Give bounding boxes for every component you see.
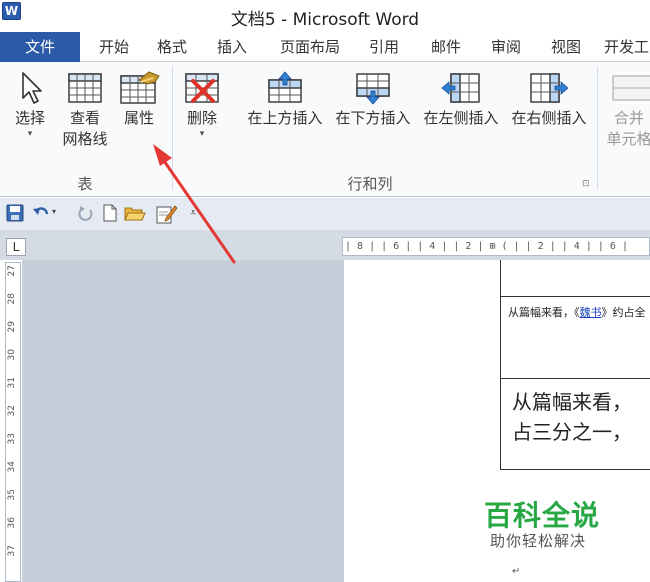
chevron-down-icon: ▾ — [199, 129, 205, 139]
insert-below-button[interactable]: 在下方插入 — [330, 70, 416, 129]
quick-access-toolbar: ▾ ⩡ — [0, 198, 650, 230]
group-label-rows-columns: 行和列 — [347, 175, 393, 193]
ribbon-tabs: 文件 开始 格式 插入 页面布局 引用 邮件 审阅 视图 开发工 — [0, 32, 650, 62]
customize-toolbar-icon[interactable]: ⩡ — [190, 206, 196, 220]
save-icon[interactable] — [6, 204, 24, 222]
properties-label: 属性 — [123, 109, 154, 127]
cell-text-prefix: 从篇幅来看，《 — [508, 306, 580, 319]
insert-above-label: 在上方插入 — [247, 109, 323, 127]
group-separator — [597, 66, 598, 190]
redo-icon[interactable] — [78, 204, 94, 222]
vertical-ruler-tick: 31 — [7, 377, 17, 389]
table-cell-text[interactable]: 从篇幅来看，《魏书》约占全 — [508, 304, 646, 320]
cursor-icon — [22, 72, 42, 104]
merge-label-2: 单元格 — [606, 130, 650, 148]
group-separator — [172, 66, 173, 190]
vertical-ruler-tick: 37 — [7, 545, 17, 557]
chevron-down-icon: ▾ — [27, 129, 33, 139]
book-link[interactable]: 魏书 — [580, 306, 602, 319]
tab-mailings[interactable]: 邮件 — [424, 32, 468, 62]
vertical-ruler-tick: 27 — [7, 265, 17, 277]
vertical-ruler-tick: 28 — [7, 293, 17, 305]
ribbon-panel: 选择 ▾ 查看 网格线 属性 表 删除 ▾ 在上方插入 在下方插入 在左侧插入 … — [0, 62, 650, 197]
vertical-ruler-tick: 33 — [7, 433, 17, 445]
table-border — [500, 296, 650, 297]
vertical-ruler-tick: 29 — [7, 321, 17, 333]
watermark-title: 百科全说 — [484, 499, 601, 532]
table-border — [500, 260, 501, 470]
table-cell-line-2[interactable]: 占三分之一， — [512, 416, 632, 445]
insert-left-label: 在左侧插入 — [423, 109, 499, 127]
undo-dropdown-icon[interactable]: ▾ — [52, 207, 56, 216]
delete-label: 删除 — [186, 109, 217, 127]
insert-column-left-icon — [441, 73, 480, 103]
open-folder-icon[interactable] — [124, 204, 146, 222]
ruler-bar: L | 8 | | 6 | | 4 | | 2 | ⊞ ( | | 2 | | … — [0, 230, 650, 260]
delete-table-icon — [185, 73, 219, 103]
tab-file[interactable]: 文件 — [0, 32, 80, 62]
tab-references[interactable]: 引用 — [362, 32, 406, 62]
vertical-ruler-tick: 36 — [7, 517, 17, 529]
watermark-subtitle: 助你轻松解决 — [490, 532, 587, 550]
table-properties-icon — [120, 71, 160, 104]
vertical-ruler[interactable]: 27 28 29 30 31 32 33 34 35 36 37 — [5, 262, 21, 582]
horizontal-ruler[interactable]: | 8 | | 6 | | 4 | | 2 | ⊞ ( | | 2 | | 4 … — [342, 237, 650, 256]
delete-button[interactable]: 删除 ▾ — [180, 70, 224, 139]
tab-review[interactable]: 审阅 — [484, 32, 528, 62]
edit-document-icon[interactable] — [156, 204, 178, 224]
tab-insert[interactable]: 插入 — [210, 32, 254, 62]
insert-right-label: 在右侧插入 — [511, 109, 587, 127]
table-border — [500, 469, 650, 470]
gridlines-label-2: 网格线 — [62, 130, 108, 148]
vertical-ruler-tick: 30 — [7, 349, 17, 361]
window-title: 文档5 - Microsoft Word — [230, 10, 420, 30]
undo-icon[interactable] — [32, 204, 50, 222]
group-label-table: 表 — [77, 175, 93, 193]
insert-left-button[interactable]: 在左侧插入 — [418, 70, 504, 129]
insert-below-label: 在下方插入 — [335, 109, 411, 127]
tab-view[interactable]: 视图 — [544, 32, 588, 62]
title-bar: W 文档5 - Microsoft Word — [0, 0, 650, 32]
tab-home[interactable]: 开始 — [92, 32, 136, 62]
merge-label-1: 合并 — [613, 109, 644, 127]
cell-text-suffix: 》约占全 — [601, 306, 646, 319]
tab-developer[interactable]: 开发工 — [604, 32, 650, 62]
view-gridlines-button[interactable]: 查看 网格线 — [58, 70, 112, 150]
new-document-icon[interactable] — [102, 204, 118, 222]
merge-cells-button[interactable]: 合并 单元格 — [604, 70, 650, 150]
merge-cells-icon — [612, 75, 650, 101]
select-label: 选择 — [14, 109, 45, 127]
vertical-ruler-tick: 34 — [7, 461, 17, 473]
tab-page-layout[interactable]: 页面布局 — [272, 32, 348, 62]
select-button[interactable]: 选择 ▾ — [8, 70, 52, 139]
tab-format[interactable]: 格式 — [150, 32, 194, 62]
insert-row-below-icon — [356, 73, 390, 105]
insert-above-button[interactable]: 在上方插入 — [240, 70, 330, 129]
gridlines-label-1: 查看 — [69, 109, 100, 127]
insert-row-above-icon — [268, 71, 302, 103]
tab-stop-selector[interactable]: L — [6, 238, 26, 256]
properties-button[interactable]: 属性 — [114, 70, 164, 129]
paragraph-mark: ↵ — [512, 566, 521, 577]
table-border — [500, 378, 650, 379]
vertical-ruler-tick: 35 — [7, 489, 17, 501]
table-cell-line-1[interactable]: 从篇幅来看， — [512, 386, 632, 415]
dialog-launcher-icon[interactable]: ⊡ — [582, 179, 592, 189]
insert-column-right-icon — [530, 73, 569, 103]
insert-right-button[interactable]: 在右侧插入 — [506, 70, 592, 129]
grid-icon — [68, 73, 102, 103]
vertical-ruler-tick: 32 — [7, 405, 17, 417]
